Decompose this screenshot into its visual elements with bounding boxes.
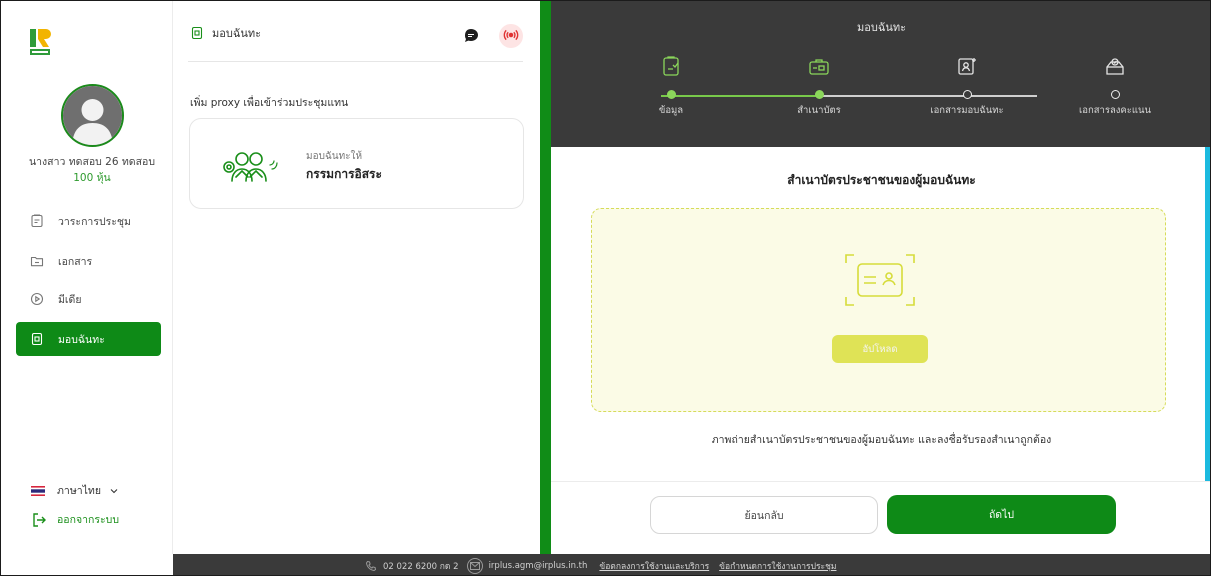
- wizard-body: สำเนาบัตรประชาชนของผู้มอบฉันทะ อัปโหลด ภ…: [551, 147, 1210, 481]
- step-label: เอกสารลงคะแนน: [1079, 105, 1151, 116]
- language-selector[interactable]: ภาษาไทย: [31, 482, 119, 499]
- sidebar: นางสาว ทดสอบ 26 ทดสอบ 100 หุ้น วาระการปร…: [1, 1, 173, 554]
- proxy-section-title: เพิ่ม proxy เพื่อเข้าร่วมประชุมแทน: [190, 97, 349, 109]
- step-dot-pending: [1110, 90, 1120, 99]
- chevron-down-icon: [109, 486, 119, 496]
- upload-button[interactable]: อัปโหลด: [832, 335, 928, 363]
- phone-icon: [365, 560, 377, 572]
- sidebar-item-media[interactable]: มีเดีย: [16, 282, 161, 316]
- wizard-header: มอบฉันทะ ข้อมูล สำเนาบัตร เอกสารมอบฉันทะ…: [551, 1, 1210, 147]
- id-card-scan-icon: [842, 251, 918, 309]
- sidebar-item-label: มอบฉันทะ: [58, 333, 105, 346]
- step-dot-pending: [962, 90, 972, 99]
- mail-icon: [466, 557, 483, 574]
- proxy-panel: มอบฉันทะ เพิ่ม proxy เพื่อเข้าร่วมประชุม…: [173, 1, 540, 554]
- user-name: นางสาว ทดสอบ 26 ทดสอบ: [28, 156, 155, 168]
- back-button[interactable]: ย้อนกลับ: [650, 496, 878, 534]
- agenda-icon: [30, 214, 44, 228]
- terms-link[interactable]: ข้อตกลงการใช้งานและบริการ: [599, 559, 709, 573]
- logout-label: ออกจากระบบ: [57, 514, 119, 526]
- panel-header: มอบฉันทะ: [190, 24, 261, 42]
- meeting-rules-link[interactable]: ข้อกำหนดการใช้งานการประชุม: [719, 559, 836, 573]
- avatar[interactable]: [61, 84, 124, 147]
- group-people-icon: [222, 147, 278, 183]
- next-button[interactable]: ถัดไป: [887, 495, 1116, 534]
- panel-drag-handle[interactable]: [540, 1, 551, 554]
- support-email[interactable]: irplus.agm@irplus.in.th: [489, 561, 588, 571]
- sidebar-item-agenda[interactable]: วาระการประชุม: [16, 204, 161, 238]
- thai-flag-icon: [31, 485, 45, 496]
- sidebar-item-proxy[interactable]: มอบฉันทะ: [16, 322, 161, 356]
- step-vote-form: เอกสารลงคะแนน: [1055, 55, 1175, 118]
- logout-icon: [31, 512, 47, 528]
- step-label: เอกสารมอบฉันทะ: [930, 105, 1004, 116]
- step-label: ข้อมูล: [658, 105, 684, 116]
- divider: [188, 61, 523, 62]
- folder-icon: [30, 254, 44, 268]
- live-button[interactable]: [499, 24, 523, 48]
- id-card-icon: [808, 55, 830, 77]
- step-dot-completed: [666, 90, 676, 99]
- card-title: กรรมการอิสระ: [306, 167, 382, 181]
- proxy-card-independent-director[interactable]: มอบฉันทะให้ กรรมการอิสระ: [189, 118, 524, 209]
- chat-button[interactable]: [459, 24, 483, 48]
- proxy-form-icon: [956, 55, 978, 77]
- proxy-wizard: มอบฉันทะ ข้อมูล สำเนาบัตร เอกสารมอบฉันทะ…: [540, 1, 1210, 554]
- clipboard-icon: [660, 55, 682, 77]
- upload-dropzone[interactable]: อัปโหลด: [591, 208, 1166, 412]
- sidebar-item-documents[interactable]: เอกสาร: [16, 244, 161, 278]
- sidebar-item-label: เอกสาร: [58, 255, 93, 268]
- step-label: สำเนาบัตร: [797, 105, 841, 116]
- proxy-doc-icon: [190, 26, 204, 40]
- upload-instruction: ภาพถ่ายสำเนาบัตรประชาชนของผู้มอบฉันทะ แล…: [711, 434, 1052, 446]
- step-proxy-form: เอกสารมอบฉันทะ: [907, 55, 1027, 118]
- chat-icon: [462, 27, 480, 45]
- section-title: สำเนาบัตรประชาชนของผู้มอบฉันทะ: [787, 173, 976, 187]
- support-phone: 02 022 6200 กด 2: [383, 561, 459, 572]
- card-subtitle: มอบฉันทะให้: [306, 151, 363, 162]
- wizard-title: มอบฉันทะ: [856, 21, 906, 34]
- live-broadcast-icon: [502, 27, 520, 45]
- vote-box-icon: [1104, 55, 1126, 77]
- language-label: ภาษาไทย: [57, 485, 101, 497]
- step-info: ข้อมูล: [611, 55, 731, 118]
- panel-title: มอบฉันทะ: [212, 27, 262, 40]
- site-footer: 02 022 6200 กด 2 irplus.agm@irplus.in.th…: [173, 554, 1210, 575]
- sidebar-item-label: มีเดีย: [58, 293, 82, 306]
- logout-button[interactable]: ออกจากระบบ: [31, 511, 119, 528]
- wizard-footer: ย้อนกลับ ถัดไป: [551, 481, 1210, 554]
- step-dot-completed: [814, 90, 824, 99]
- user-shares: 100 หุ้น: [73, 172, 111, 184]
- scrollbar[interactable]: [1205, 147, 1210, 481]
- sidebar-item-label: วาระการประชุม: [58, 215, 131, 228]
- step-id-copy: สำเนาบัตร: [759, 55, 879, 118]
- app-window: นางสาว ทดสอบ 26 ทดสอบ 100 หุ้น วาระการปร…: [0, 0, 1211, 576]
- irplus-logo: [28, 26, 52, 58]
- play-icon: [30, 292, 44, 306]
- proxy-doc-icon: [30, 332, 44, 346]
